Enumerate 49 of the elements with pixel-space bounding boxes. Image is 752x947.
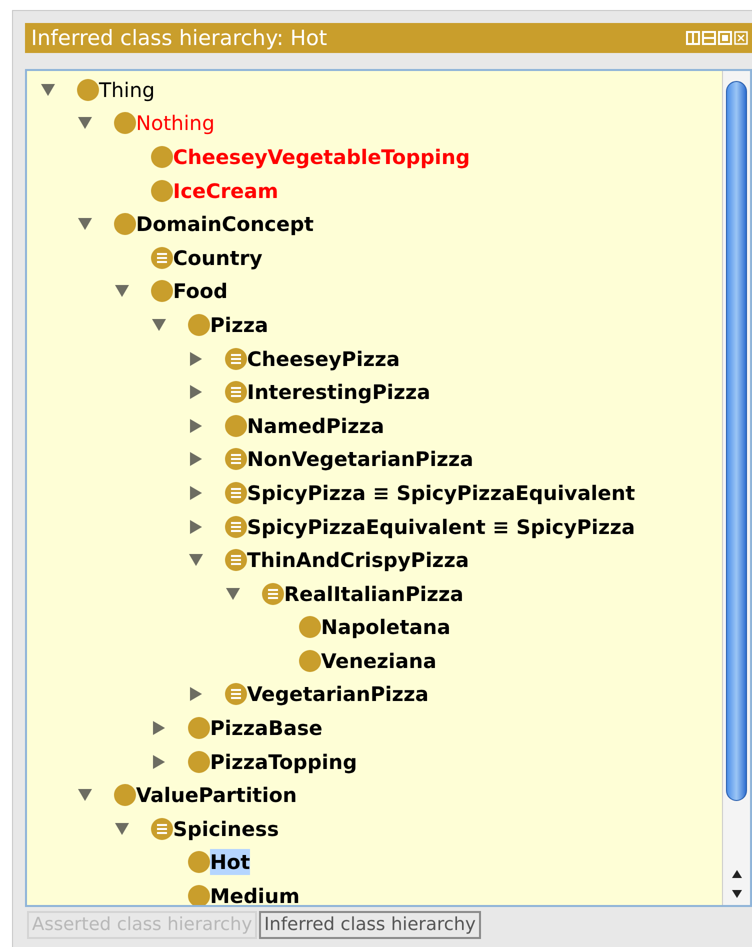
collapse-triangle-icon[interactable]: [78, 116, 92, 130]
expand-triangle-icon[interactable]: [189, 385, 203, 400]
class-label[interactable]: PizzaTopping: [210, 748, 358, 775]
class-label[interactable]: Veneziana: [321, 648, 436, 674]
class-label[interactable]: PizzaBase: [210, 715, 322, 742]
class-label[interactable]: Spiciness: [173, 816, 279, 842]
scrollbar[interactable]: [722, 71, 750, 905]
class-label[interactable]: VegetarianPizza: [247, 681, 429, 708]
class-label[interactable]: ValuePartition: [136, 782, 297, 808]
class-label[interactable]: Thing: [99, 76, 155, 103]
class-label[interactable]: NamedPizza: [247, 412, 384, 439]
collapse-triangle-icon[interactable]: [115, 822, 129, 836]
class-label[interactable]: CheeseyPizza: [247, 346, 400, 372]
collapse-triangle-icon[interactable]: [189, 553, 203, 568]
class-label[interactable]: SpicyPizza ≡ SpicyPizzaEquivalent: [247, 480, 636, 506]
expand-triangle-icon[interactable]: [189, 452, 203, 466]
collapse-triangle-icon[interactable]: [78, 217, 92, 232]
scroll-up-icon[interactable]: [730, 869, 742, 879]
class-label[interactable]: Pizza: [210, 312, 268, 338]
view-tab[interactable]: Inferred class hierarchy: [259, 911, 481, 939]
panel-title: Inferred class hierarchy: Hot: [31, 28, 328, 48]
expand-triangle-icon[interactable]: [189, 486, 203, 500]
class-label[interactable]: Hot: [210, 849, 250, 876]
class-label[interactable]: InterestingPizza: [247, 379, 430, 406]
class-label[interactable]: NonVegetarianPizza: [247, 446, 474, 472]
expand-triangle-icon[interactable]: [152, 754, 166, 769]
class-label[interactable]: CheeseyVegetableTopping: [173, 144, 470, 170]
class-label[interactable]: RealItalianPizza: [284, 580, 464, 607]
collapse-triangle-icon[interactable]: [152, 318, 166, 332]
class-label[interactable]: SpicyPizzaEquivalent ≡ SpicyPizza: [247, 514, 636, 540]
expand-triangle-icon[interactable]: [189, 520, 203, 534]
collapse-triangle-icon[interactable]: [115, 284, 129, 298]
class-label[interactable]: Food: [173, 278, 228, 304]
expand-triangle-icon[interactable]: [152, 721, 166, 736]
class-label[interactable]: Nothing: [136, 110, 215, 136]
scrollbar-thumb[interactable]: [726, 81, 747, 801]
class-label[interactable]: ThinAndCrispyPizza: [247, 547, 469, 574]
collapse-triangle-icon[interactable]: [41, 82, 55, 97]
expand-triangle-icon[interactable]: [189, 687, 203, 702]
class-label[interactable]: IceCream: [173, 178, 278, 204]
expand-triangle-icon[interactable]: [189, 418, 203, 433]
class-label[interactable]: DomainConcept: [136, 211, 314, 238]
collapse-triangle-icon[interactable]: [226, 586, 240, 601]
scroll-down-icon[interactable]: [730, 889, 742, 899]
collapse-triangle-icon[interactable]: [78, 788, 92, 802]
class-label[interactable]: Napoletana: [321, 614, 451, 640]
class-label[interactable]: Medium: [210, 883, 300, 905]
expand-triangle-icon[interactable]: [189, 352, 203, 366]
class-label[interactable]: Country: [173, 244, 262, 271]
